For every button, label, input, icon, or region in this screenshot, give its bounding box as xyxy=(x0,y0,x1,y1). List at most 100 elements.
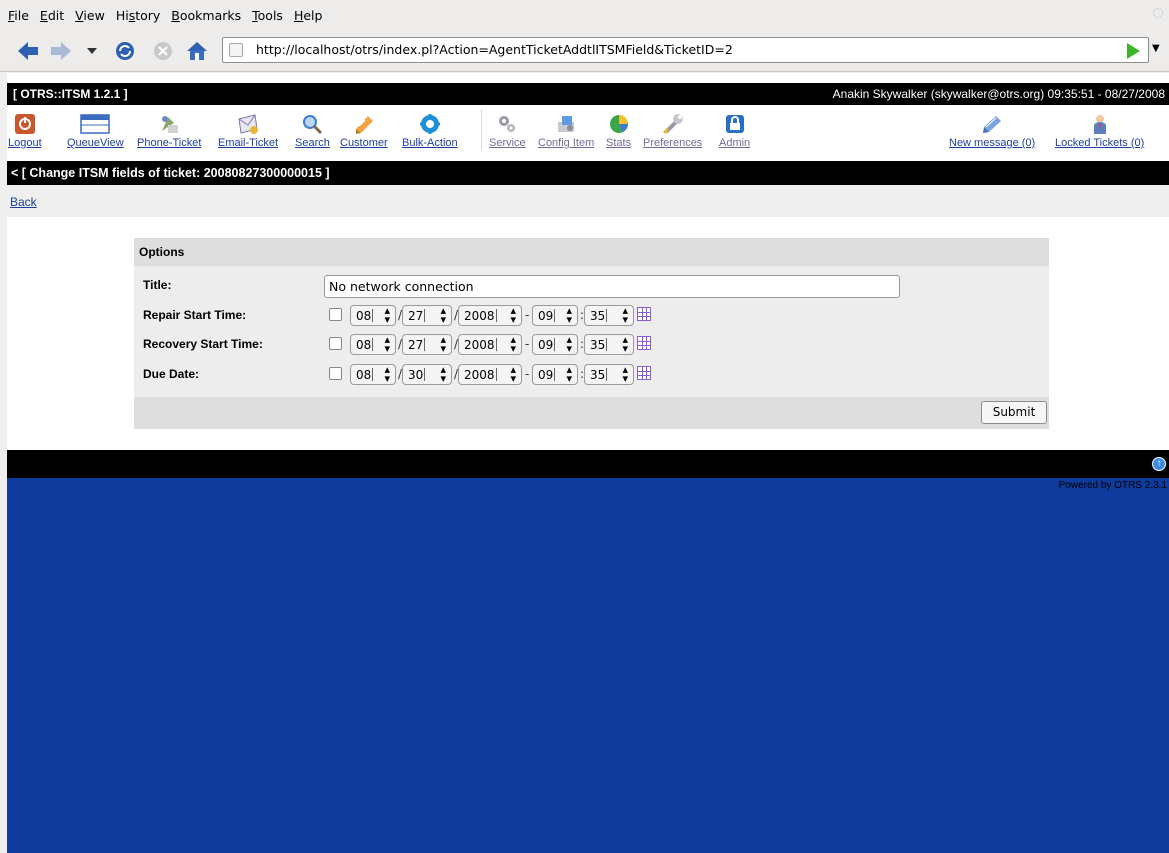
site-identity-icon xyxy=(229,43,243,57)
due-date-day-select[interactable]: 30 ▴ ▾ xyxy=(402,364,452,385)
main-toolbar: Logout QueueView Phone-Ticket Email-Tick… xyxy=(7,105,1169,160)
queueview-label: QueueView xyxy=(67,137,124,149)
recovery-start-checkbox[interactable] xyxy=(329,337,342,350)
menu-edit-label: dit xyxy=(47,7,65,23)
repair-start-label: Repair Start Time: xyxy=(143,308,247,322)
calendar-icon[interactable] xyxy=(637,307,651,321)
reload-icon[interactable] xyxy=(112,38,138,64)
menu-help[interactable]: Help xyxy=(294,8,323,23)
home-icon[interactable] xyxy=(184,38,210,64)
due-date-year-value: 2008 xyxy=(464,368,495,382)
phone-ticket-button[interactable]: Phone-Ticket xyxy=(137,113,201,149)
menu-history-pre: Hi xyxy=(115,7,129,23)
admin-label: Admin xyxy=(719,137,751,149)
repair-start-minute-select[interactable]: 35 ▴ ▾ xyxy=(584,305,634,326)
queueview-button[interactable]: QueueView xyxy=(67,113,124,149)
select-divider xyxy=(606,368,607,381)
go-arrow-icon[interactable] xyxy=(1127,43,1140,59)
locked-tickets-label: Locked Tickets (0) xyxy=(1055,137,1145,149)
phone-ticket-label: Phone-Ticket xyxy=(137,137,202,149)
spinner-icon: ▴ ▾ xyxy=(566,304,572,326)
email-ticket-label: Email-Ticket xyxy=(218,137,279,149)
email-ticket-icon xyxy=(238,114,259,134)
spinner-icon: ▴ ▾ xyxy=(622,304,628,326)
email-ticket-button[interactable]: Email-Ticket xyxy=(218,113,278,149)
due-date-month-select[interactable]: 08 ▴ ▾ xyxy=(350,364,396,385)
select-divider xyxy=(424,338,425,351)
calendar-icon[interactable] xyxy=(637,336,651,350)
logout-button[interactable]: Logout xyxy=(8,113,42,149)
repair-start-month-value: 08 xyxy=(356,309,372,323)
calendar-icon[interactable] xyxy=(637,366,651,380)
due-date-hour-value: 09 xyxy=(538,368,554,382)
menu-bookmarks[interactable]: Bookmarks xyxy=(171,8,241,23)
locked-tickets-icon xyxy=(1093,115,1106,134)
select-divider xyxy=(554,309,555,322)
forward-arrow-icon[interactable] xyxy=(48,38,74,64)
search-button[interactable]: Search xyxy=(295,113,330,149)
menu-view[interactable]: View xyxy=(75,8,105,23)
powered-by[interactable]: Powered by OTRS 2.3.1 xyxy=(1059,480,1167,491)
time-separator: - xyxy=(525,367,530,381)
back-arrow-icon[interactable] xyxy=(15,38,41,64)
recovery-start-hour-select[interactable]: 09 ▴ ▾ xyxy=(532,334,578,355)
repair-start-month-select[interactable]: 08 ▴ ▾ xyxy=(350,305,396,326)
recovery-start-hour-value: 09 xyxy=(538,338,554,352)
spinner-icon: ▴ ▾ xyxy=(566,363,572,385)
spinner-icon: ▴ ▾ xyxy=(510,304,516,326)
menu-tools-label: ools xyxy=(257,7,283,23)
back-link[interactable]: Back xyxy=(10,195,37,209)
url-dropdown-icon[interactable]: ▼ xyxy=(1152,43,1160,54)
recovery-start-day-select[interactable]: 27 ▴ ▾ xyxy=(402,334,452,355)
recovery-start-year-select[interactable]: 2008 ▴ ▾ xyxy=(458,334,522,355)
due-date-checkbox[interactable] xyxy=(329,367,342,380)
new-message-button[interactable]: New message (0) xyxy=(949,113,1035,149)
repair-start-day-select[interactable]: 27 ▴ ▾ xyxy=(402,305,452,326)
customer-button[interactable]: Customer xyxy=(340,113,388,149)
bulk-action-icon xyxy=(419,114,440,134)
stats-button[interactable]: Stats xyxy=(606,113,631,149)
service-button[interactable]: Service xyxy=(489,113,526,149)
search-icon xyxy=(303,115,323,135)
spinner-icon: ▴ ▾ xyxy=(566,333,572,355)
new-message-icon xyxy=(983,116,1002,133)
due-date-label: Due Date: xyxy=(143,367,200,381)
title-input[interactable]: No network connection xyxy=(324,275,900,298)
bulk-action-button[interactable]: Bulk-Action xyxy=(402,113,458,149)
due-date-minute-select[interactable]: 35 ▴ ▾ xyxy=(584,364,634,385)
due-date-hour-select[interactable]: 09 ▴ ▾ xyxy=(532,364,578,385)
menu-tools[interactable]: Tools xyxy=(252,8,283,23)
spinner-icon: ▴ ▾ xyxy=(440,333,446,355)
preferences-label: Preferences xyxy=(643,137,703,149)
scroll-top-icon[interactable]: ↑ xyxy=(1152,457,1166,471)
menu-file[interactable]: File xyxy=(8,8,29,23)
locked-tickets-button[interactable]: Locked Tickets (0) xyxy=(1055,113,1144,149)
stop-icon[interactable] xyxy=(150,38,176,64)
config-item-button[interactable]: Config Item xyxy=(538,113,594,149)
submit-button[interactable]: Submit xyxy=(981,401,1047,424)
menu-edit[interactable]: Edit xyxy=(40,8,64,23)
due-date-year-select[interactable]: 2008 ▴ ▾ xyxy=(458,364,522,385)
select-divider xyxy=(496,338,497,351)
repair-start-checkbox[interactable] xyxy=(329,308,342,321)
url-text[interactable]: http://localhost/otrs/index.pl?Action=Ag… xyxy=(256,42,733,57)
select-divider xyxy=(606,338,607,351)
spinner-icon: ▴ ▾ xyxy=(440,304,446,326)
preferences-button[interactable]: Preferences xyxy=(643,113,702,149)
spinner-icon: ▴ ▾ xyxy=(510,363,516,385)
admin-button[interactable]: Admin xyxy=(719,113,750,149)
repair-start-hour-select[interactable]: 09 ▴ ▾ xyxy=(532,305,578,326)
history-dropdown-icon[interactable] xyxy=(82,38,102,64)
customer-label: Customer xyxy=(340,137,388,149)
otrs-page: [ OTRS::ITSM 1.2.1 ] Anakin Skywalker (s… xyxy=(7,73,1169,478)
logout-label: Logout xyxy=(8,137,42,149)
options-title: Options xyxy=(139,245,185,259)
options-footer xyxy=(134,397,1049,429)
url-bar[interactable]: http://localhost/otrs/index.pl?Action=Ag… xyxy=(222,37,1149,63)
recovery-start-label: Recovery Start Time: xyxy=(143,337,263,351)
recovery-start-day-value: 27 xyxy=(408,338,424,352)
recovery-start-minute-select[interactable]: 35 ▴ ▾ xyxy=(584,334,634,355)
recovery-start-month-select[interactable]: 08 ▴ ▾ xyxy=(350,334,396,355)
menu-history[interactable]: History xyxy=(116,8,160,23)
repair-start-year-select[interactable]: 2008 ▴ ▾ xyxy=(458,305,522,326)
